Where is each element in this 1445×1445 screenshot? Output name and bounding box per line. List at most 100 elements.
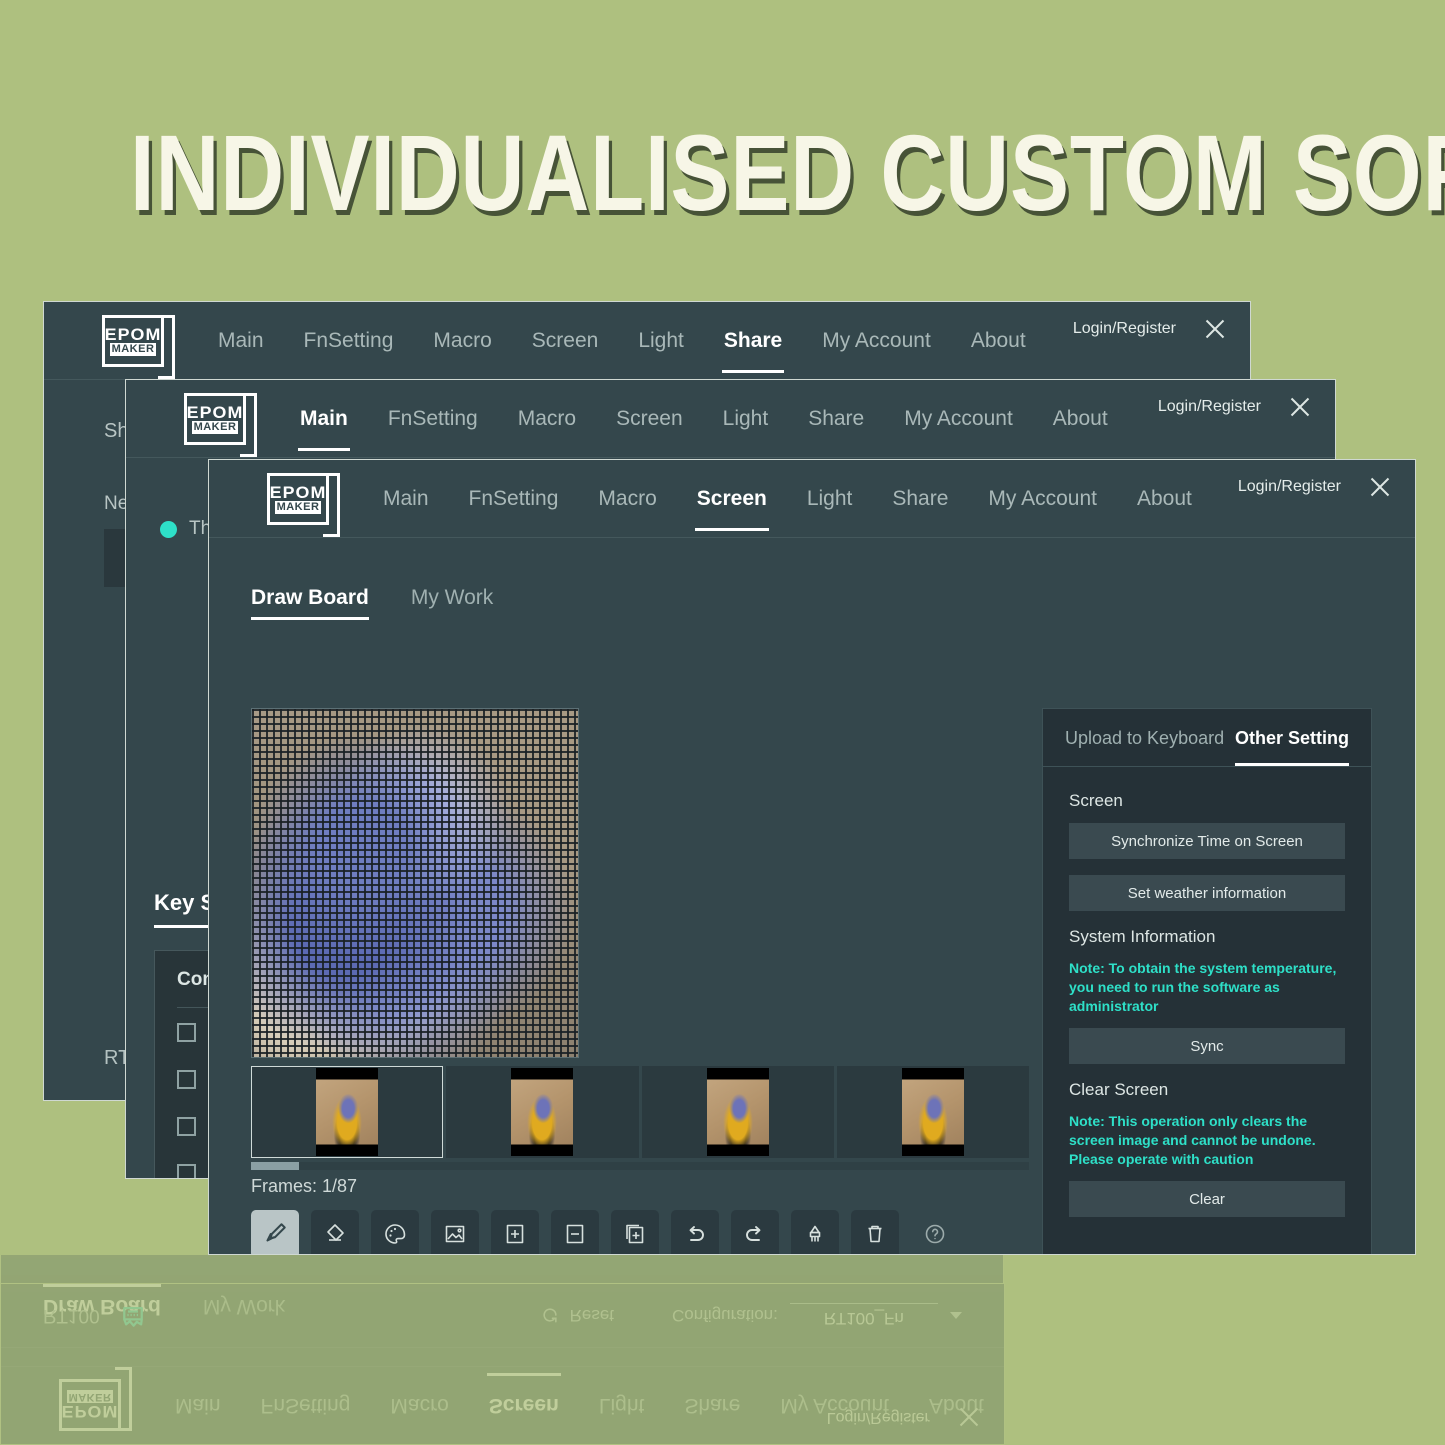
help-icon[interactable] — [911, 1210, 959, 1255]
nav-item-macro[interactable]: Macro — [498, 399, 596, 439]
close-icon[interactable] — [1287, 394, 1313, 420]
frame-thumbnail-4[interactable] — [837, 1066, 1029, 1158]
chevron-up-icon[interactable] — [950, 1312, 962, 1319]
remove-frame-icon[interactable] — [551, 1210, 599, 1255]
nav-item-my-account[interactable]: My Account — [884, 399, 1033, 439]
checkbox-icon[interactable] — [177, 1023, 196, 1042]
clear-button[interactable]: Clear — [1069, 1181, 1345, 1217]
sync-button[interactable]: Sync — [1069, 1028, 1345, 1064]
nav-item-screen[interactable]: Screen — [469, 1386, 576, 1426]
nav-item-macro[interactable]: Macro — [578, 479, 676, 519]
nav-item-share[interactable]: Share — [661, 1386, 759, 1426]
nav-item-fnsetting[interactable]: FnSetting — [243, 1386, 373, 1426]
nav-item-main[interactable]: Main — [155, 1386, 241, 1426]
eraser-icon[interactable] — [311, 1210, 359, 1255]
nav-item-about[interactable]: About — [1117, 479, 1212, 519]
frame-strip-scrollbar[interactable] — [251, 1162, 1029, 1170]
clear-brush-icon[interactable] — [791, 1210, 839, 1255]
nav-item-main[interactable]: Main — [155, 1386, 243, 1426]
configuration-selector[interactable]: Configuration: RT100_Fn — [672, 1303, 962, 1328]
reset-button[interactable]: Reset — [540, 1306, 614, 1326]
nav-item-my-account[interactable]: My Account — [759, 1386, 908, 1426]
checkbox-icon[interactable] — [177, 1164, 196, 1179]
window-screen[interactable]: EPOM MAKER Main FnSetting Macro Screen L… — [208, 459, 1416, 1255]
draw-canvas[interactable] — [251, 708, 579, 1058]
nav-item-screen[interactable]: Screen — [471, 1386, 578, 1426]
nav-item-macro[interactable]: Macro — [370, 1386, 468, 1426]
nav-item-share[interactable]: Share — [872, 479, 968, 519]
nav-item-light[interactable]: Light — [575, 1386, 661, 1426]
nav-item-light[interactable]: Light — [579, 1386, 665, 1426]
nav-item-light[interactable]: Light — [618, 321, 704, 361]
image-icon[interactable] — [431, 1210, 479, 1255]
tab-my-work[interactable]: My Work — [203, 1284, 285, 1318]
nav-item-fnsetting[interactable]: FnSetting — [284, 321, 414, 361]
nav-item-my-account[interactable]: My Account — [968, 479, 1117, 519]
nav-item-my-account[interactable]: My Account — [760, 1386, 909, 1426]
nav-item-about[interactable]: About — [908, 1386, 1003, 1426]
nav-item-main[interactable]: Main — [198, 321, 284, 361]
close-icon[interactable] — [955, 1404, 981, 1430]
login-register-link[interactable]: Login/Register — [826, 1408, 929, 1426]
nav-item-my-account[interactable]: My Account — [759, 1386, 908, 1426]
close-icon[interactable] — [1367, 474, 1393, 500]
brush-icon[interactable] — [251, 1210, 299, 1255]
close-icon[interactable] — [956, 1404, 982, 1430]
nav-item-light[interactable]: Light — [787, 479, 873, 519]
login-register-link[interactable]: Login/Register — [827, 1408, 930, 1426]
login-register-link[interactable]: Login/Register — [1158, 398, 1261, 416]
nav-item-about[interactable]: About — [908, 1386, 1003, 1426]
nav-item-fnsetting[interactable]: FnSetting — [449, 479, 579, 519]
set-weather-button[interactable]: Set weather information — [1069, 875, 1345, 911]
nav-item-fnsetting[interactable]: FnSetting — [368, 399, 498, 439]
nav-item-about[interactable]: About — [951, 321, 1046, 361]
nav-item-macro[interactable]: Macro — [370, 1386, 468, 1426]
palette-icon[interactable] — [371, 1210, 419, 1255]
tab-draw-board[interactable]: Draw Board — [251, 586, 369, 620]
nav-item-share[interactable]: Share — [663, 1386, 759, 1426]
nav-item-light[interactable]: Light — [578, 1386, 664, 1426]
frame-thumbnail-2[interactable] — [446, 1066, 638, 1158]
login-register-link[interactable]: Login/Register — [1073, 320, 1176, 338]
nav-item-share[interactable]: Share — [704, 321, 802, 361]
tab-draw-board[interactable]: Draw Board — [43, 1284, 161, 1318]
login-register-link[interactable]: Login/Register — [826, 1408, 929, 1426]
frame-thumbnail-1[interactable] — [251, 1066, 443, 1158]
checkbox-icon[interactable] — [177, 1117, 196, 1136]
undo-icon[interactable] — [671, 1210, 719, 1255]
nav-item-my-account[interactable]: My Account — [802, 321, 951, 361]
checkbox-icon[interactable] — [177, 1070, 196, 1089]
close-icon[interactable] — [1202, 316, 1228, 342]
window-share[interactable]: EPOM MAKER Main FnSetting Macro Screen L… — [0, 1255, 1004, 1445]
nav-item-main[interactable]: Main — [155, 1386, 241, 1426]
nav-item-macro[interactable]: Macro — [373, 1386, 471, 1426]
synchronize-time-button[interactable]: Synchronize Time on Screen — [1069, 823, 1345, 859]
redo-icon[interactable] — [731, 1210, 779, 1255]
nav-item-screen[interactable]: Screen — [677, 479, 787, 519]
window-screen[interactable]: EPOM MAKER Main FnSetting Macro Screen L… — [0, 1283, 1005, 1445]
nav-item-macro[interactable]: Macro — [413, 321, 511, 361]
nav-item-share[interactable]: Share — [788, 399, 884, 439]
tab-upload-to-keyboard[interactable]: Upload to Keyboard — [1065, 710, 1224, 766]
frame-strip[interactable] — [251, 1066, 1029, 1158]
configuration-value[interactable]: RT100_Fn — [790, 1303, 938, 1328]
nav-item-fnsetting[interactable]: FnSetting — [241, 1386, 371, 1426]
tab-my-work[interactable]: My Work — [411, 586, 493, 620]
nav-item-fnsetting[interactable]: FnSetting — [241, 1386, 371, 1426]
add-frame-icon[interactable] — [491, 1210, 539, 1255]
trash-icon[interactable] — [851, 1210, 899, 1255]
nav-item-light[interactable]: Light — [703, 399, 789, 439]
tab-other-setting[interactable]: Other Setting — [1235, 710, 1349, 766]
nav-item-screen[interactable]: Screen — [512, 321, 619, 361]
nav-item-share[interactable]: Share — [664, 1386, 760, 1426]
duplicate-frame-icon[interactable] — [611, 1210, 659, 1255]
nav-item-screen[interactable]: Screen — [469, 1386, 579, 1426]
window-main[interactable]: EPOM MAKER Main FnSetting Macro Screen L… — [0, 1283, 1004, 1445]
frame-thumbnail-3[interactable] — [642, 1066, 834, 1158]
nav-item-about[interactable]: About — [909, 1386, 1004, 1426]
nav-item-screen[interactable]: Screen — [596, 399, 703, 439]
nav-item-main[interactable]: Main — [280, 399, 368, 439]
login-register-link[interactable]: Login/Register — [1238, 478, 1341, 496]
nav-item-main[interactable]: Main — [363, 479, 449, 519]
close-icon[interactable] — [955, 1404, 981, 1430]
